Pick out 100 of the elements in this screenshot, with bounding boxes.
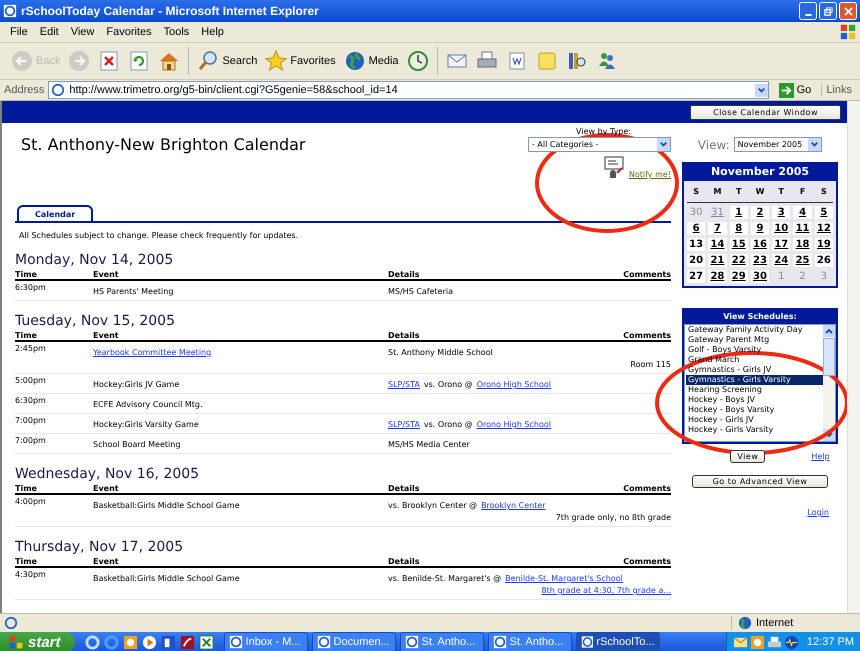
details-link[interactable]: Brooklyn Center bbox=[481, 501, 546, 510]
taskbar-button[interactable]: St. Antho... bbox=[488, 632, 572, 651]
login-link[interactable]: Login bbox=[807, 508, 829, 517]
list-scrollbar[interactable] bbox=[823, 325, 835, 441]
event-cell: School Board Meeting bbox=[93, 440, 180, 449]
calendar-day[interactable]: 6 bbox=[687, 222, 706, 235]
menu-item[interactable]: Edit bbox=[34, 26, 65, 38]
calendar-day[interactable]: 29 bbox=[730, 270, 748, 283]
column-header: Details bbox=[388, 557, 421, 566]
browser-icon bbox=[316, 635, 331, 649]
calendar-day[interactable]: 17 bbox=[772, 238, 790, 251]
taskbar-button[interactable]: Documen... bbox=[312, 632, 396, 651]
calendar-day[interactable]: 12 bbox=[814, 222, 833, 235]
search-icon bbox=[197, 50, 220, 72]
menu-item[interactable]: File bbox=[4, 26, 34, 38]
close-button[interactable] bbox=[839, 2, 857, 20]
event-cell: ECFE Advisory Council Mtg. bbox=[93, 400, 203, 409]
clock-icon[interactable] bbox=[750, 634, 765, 650]
tool-icon[interactable] bbox=[160, 634, 176, 650]
schedule-item[interactable]: Hearing Screening bbox=[686, 385, 823, 395]
taskbar-button[interactable]: St. Antho... bbox=[400, 632, 484, 651]
minimize-icon bbox=[804, 14, 812, 16]
wave-icon[interactable] bbox=[784, 634, 799, 650]
toolbar-button[interactable]: Favorites bbox=[262, 48, 339, 74]
calendar-day[interactable]: 9 bbox=[750, 222, 770, 235]
help-link[interactable]: Help bbox=[811, 452, 830, 461]
calendar-day[interactable]: 22 bbox=[730, 254, 748, 267]
notify-link[interactable]: Notify me! bbox=[628, 170, 671, 179]
minimize-button[interactable] bbox=[799, 2, 817, 20]
calendar-day[interactable]: 21 bbox=[708, 254, 727, 267]
schedule-list[interactable] bbox=[684, 324, 836, 442]
calendar-day[interactable]: 15 bbox=[730, 238, 748, 251]
view-button[interactable]: View bbox=[730, 450, 766, 463]
details-link[interactable]: Orono High School bbox=[476, 420, 551, 429]
calendar-day[interactable]: 11 bbox=[793, 222, 812, 235]
restore-button[interactable] bbox=[819, 2, 837, 20]
schedule-item[interactable]: Gateway Family Activity Day bbox=[686, 325, 823, 335]
schedule-item[interactable]: Hockey - Boys Varsity bbox=[686, 405, 823, 415]
schedule-item[interactable]: Gymnastics - Girls Varsity bbox=[686, 375, 823, 385]
calendar-day[interactable]: 5 bbox=[814, 206, 833, 219]
calendar-day[interactable]: 23 bbox=[750, 254, 770, 267]
taskbar-button[interactable]: rSchoolTo... bbox=[576, 632, 660, 651]
schedule-item[interactable]: Gymnastics - Girls JV bbox=[686, 365, 823, 375]
spreadsheet-icon[interactable] bbox=[198, 634, 214, 650]
document-icon[interactable] bbox=[180, 634, 195, 650]
details-link[interactable]: Orono High School bbox=[476, 380, 551, 389]
comment-link[interactable]: 8th grade at 4:30, 7th grade a... bbox=[542, 586, 671, 595]
calendar-day[interactable]: 30 bbox=[750, 270, 770, 283]
toolbar-button[interactable]: Search bbox=[194, 48, 260, 74]
calendar-day[interactable]: 28 bbox=[708, 270, 727, 283]
details-link[interactable]: SLP/STA bbox=[388, 420, 420, 429]
calendar-day[interactable]: 1 bbox=[730, 206, 748, 219]
scroll-up-icon[interactable] bbox=[823, 325, 835, 337]
event-link[interactable]: Yearbook Committee Meeting bbox=[93, 348, 212, 357]
calendar-day[interactable]: 3 bbox=[772, 206, 790, 219]
refresh-icon bbox=[128, 50, 150, 72]
taskbar-button[interactable]: Inbox - M... bbox=[224, 632, 308, 651]
menu-item[interactable]: View bbox=[64, 26, 100, 38]
calendar-day[interactable]: 19 bbox=[814, 238, 833, 251]
details-text: St. Anthony Middle School bbox=[388, 348, 493, 357]
calendar-day[interactable]: 2 bbox=[750, 206, 770, 219]
month-select[interactable]: November 2005 bbox=[734, 137, 822, 152]
advanced-view-button[interactable]: Go to Advanced View bbox=[692, 475, 828, 488]
schedules-title: View Schedules: bbox=[722, 311, 798, 323]
start-button[interactable]: start bbox=[0, 632, 75, 651]
calendar-day[interactable]: 16 bbox=[750, 238, 770, 251]
calendar-day: 1 bbox=[772, 270, 790, 283]
calendar-day[interactable]: 18 bbox=[793, 238, 812, 251]
calendar-day[interactable]: 7 bbox=[708, 222, 727, 235]
calendar-day[interactable]: 4 bbox=[793, 206, 812, 219]
calendar-day[interactable]: 25 bbox=[793, 254, 812, 267]
calendar-day[interactable]: 8 bbox=[730, 222, 748, 235]
toolbar-button[interactable]: Media bbox=[340, 48, 402, 74]
play-icon[interactable] bbox=[142, 634, 157, 650]
calendar-day[interactable]: 24 bbox=[772, 254, 790, 267]
menu-item[interactable]: Favorites bbox=[100, 26, 158, 38]
scroll-thumb[interactable] bbox=[823, 338, 835, 376]
printer-icon[interactable] bbox=[766, 634, 782, 650]
details-link[interactable]: Benilde-St. Margaret's School bbox=[505, 574, 623, 583]
schedule-item[interactable]: Gateway Parent Mtg bbox=[686, 335, 823, 345]
weekday-label: W bbox=[754, 186, 766, 198]
calendar-day: 13 bbox=[687, 238, 706, 251]
links-label[interactable]: Links bbox=[821, 84, 856, 96]
details-link[interactable]: SLP/STA bbox=[388, 380, 420, 389]
calendar-day[interactable]: 10 bbox=[772, 222, 790, 235]
clock-icon[interactable] bbox=[122, 634, 138, 650]
address-field[interactable]: http://www.trimetro.org/g5-bin/client.cgi?G5genie=58&school_id=14 bbox=[48, 81, 769, 99]
calendar-tab[interactable]: Calendar bbox=[17, 205, 94, 221]
calendar-day: 30 bbox=[687, 206, 706, 219]
close-calendar-button[interactable]: Close Calendar Window bbox=[690, 104, 841, 120]
details-text: vs. Benilde-St. Margaret's @ bbox=[388, 574, 502, 583]
menu-item[interactable]: Help bbox=[195, 26, 230, 38]
schedule-item[interactable]: Hockey - Boys JV bbox=[686, 395, 823, 405]
envelope-icon[interactable] bbox=[732, 634, 748, 650]
schedule-item[interactable]: Hockey - Girls Varsity bbox=[686, 425, 823, 435]
category-select[interactable]: - All Categories - bbox=[528, 137, 671, 152]
calendar-day[interactable]: 14 bbox=[708, 238, 727, 251]
menu-item[interactable]: Tools bbox=[158, 26, 196, 38]
go-button[interactable]: Go bbox=[772, 82, 818, 98]
schedule-item[interactable]: Hockey - Girls JV bbox=[686, 415, 823, 425]
